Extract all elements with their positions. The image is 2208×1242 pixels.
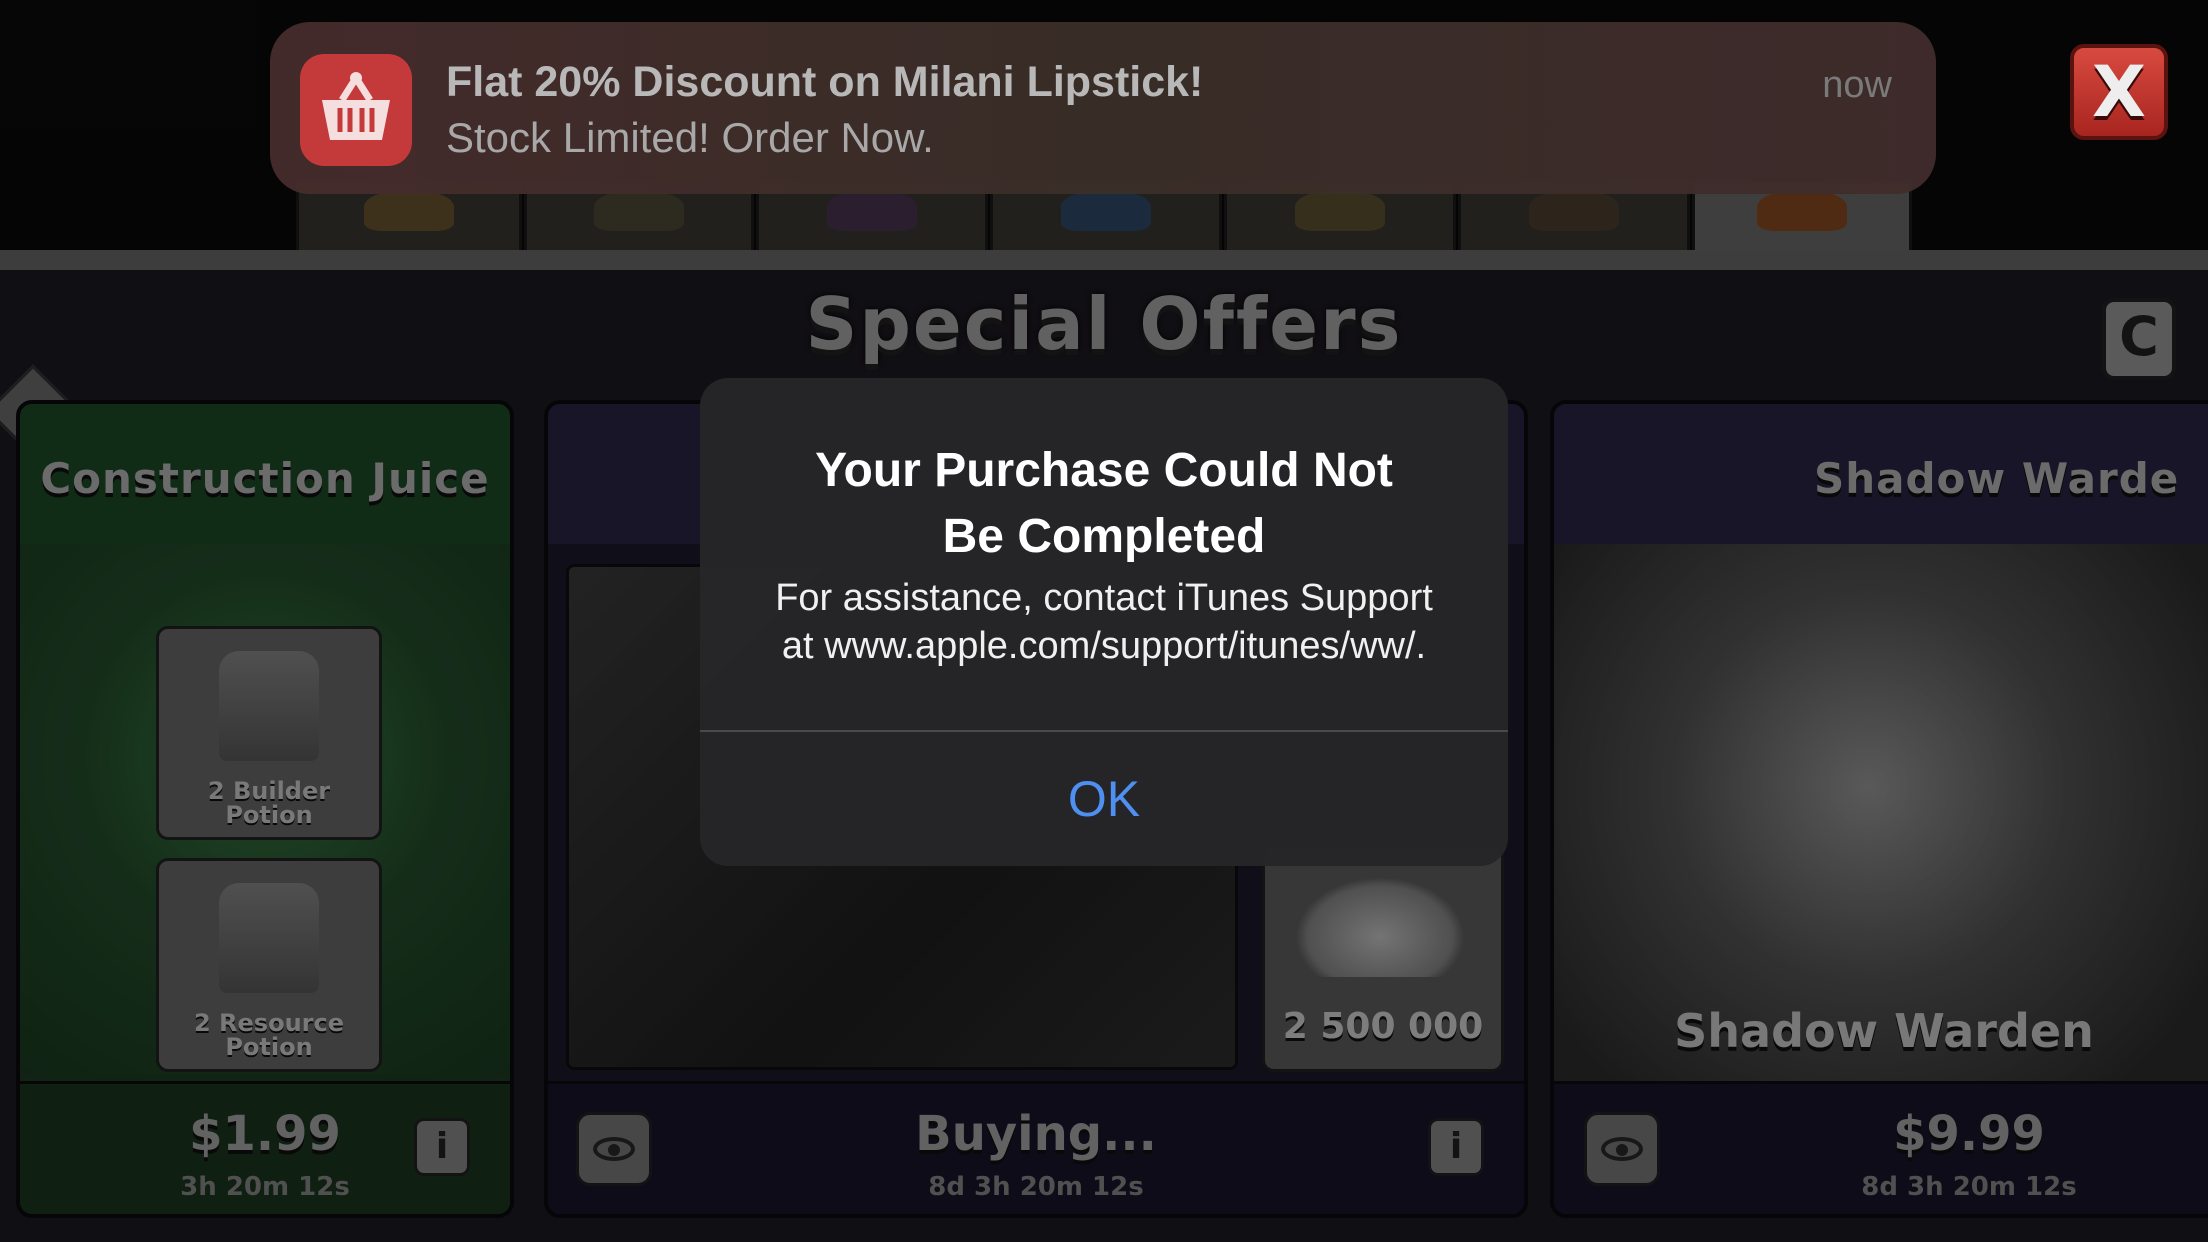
push-notification-banner[interactable]: Flat 20% Discount on Milani Lipstick! St…: [270, 22, 1936, 194]
purchase-error-alert: Your Purchase Could Not Be Completed For…: [700, 378, 1508, 866]
alert-message: For assistance, contact iTunes Support a…: [775, 577, 1433, 667]
alert-title: Your Purchase Could Not Be Completed: [815, 444, 1393, 563]
ok-button[interactable]: OK: [700, 732, 1508, 866]
notification-body: Stock Limited! Order Now.: [446, 114, 934, 161]
close-button[interactable]: X: [2070, 44, 2168, 140]
notification-time: now: [1822, 64, 1892, 106]
notification-title: Flat 20% Discount on Milani Lipstick!: [446, 58, 1204, 106]
shopping-basket-icon: [300, 54, 412, 166]
